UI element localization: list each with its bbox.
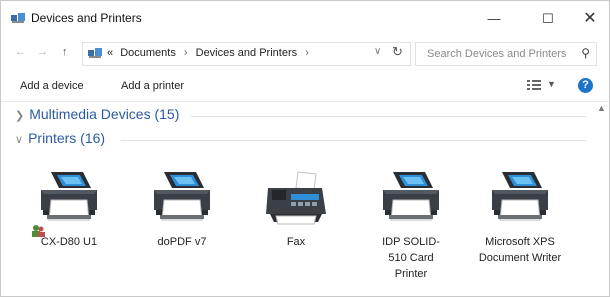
address-row: ← → ↑ « Documents › Devices and Printers…: [1, 39, 609, 67]
group-divider: [191, 116, 586, 117]
up-arrow-icon[interactable]: ↑: [62, 46, 68, 58]
scroll-up-icon[interactable]: ▲: [597, 103, 606, 113]
help-button[interactable]: ?: [578, 78, 593, 93]
printer-icon: [150, 170, 214, 226]
minimize-button[interactable]: —: [471, 6, 517, 32]
chevron-down-icon: ∨: [15, 134, 24, 146]
search-input[interactable]: Search Devices and Printers ⚲: [415, 42, 597, 66]
breadcrumb: « Documents › Devices and Printers ›: [107, 47, 314, 59]
breadcrumb-separator: ›: [183, 47, 188, 59]
device-item[interactable]: Microsoft XPS Document Writer: [468, 170, 572, 266]
add-printer-button[interactable]: Add a printer: [121, 80, 184, 92]
devices-and-printers-window: Devices and Printers — ☐ ✕ ← → ↑ « Docum…: [0, 0, 610, 297]
device-item[interactable]: CX-D80 U1: [17, 170, 121, 250]
fax-icon: [264, 170, 328, 226]
printer-icon: [37, 170, 101, 226]
device-item[interactable]: IDP SOLID-510 Card Printer: [359, 170, 463, 282]
back-arrow-icon[interactable]: ←: [15, 46, 26, 58]
chevron-down-icon[interactable]: ∨: [374, 46, 381, 57]
breadcrumb-documents[interactable]: Documents: [120, 47, 176, 59]
search-placeholder: Search Devices and Printers: [427, 48, 567, 60]
device-item[interactable]: doPDF v7: [130, 170, 234, 250]
chevron-right-icon: ❯: [15, 110, 25, 122]
device-label: IDP SOLID-510 Card Printer: [382, 236, 440, 280]
group-heading: Multimedia Devices (15): [29, 106, 180, 122]
search-icon[interactable]: ⚲: [581, 46, 590, 60]
title-bar: Devices and Printers — ☐ ✕: [1, 1, 609, 35]
breadcrumb-devices-and-printers[interactable]: Devices and Printers: [196, 47, 298, 59]
device-label: doPDF v7: [157, 236, 207, 248]
device-label: Fax: [286, 236, 306, 248]
device-list-area: ▲ ❯ Multimedia Devices (15) ∨ Printers (16…: [1, 101, 609, 296]
printer-icon: [379, 170, 443, 226]
group-divider: [121, 140, 586, 141]
view-options-icon[interactable]: [527, 80, 541, 90]
devices-printers-icon: [11, 13, 25, 23]
command-bar: Add a device Add a printer ▼ ?: [1, 73, 609, 99]
breadcrumb-separator: ›: [305, 47, 309, 59]
devices-printers-icon: [88, 48, 102, 58]
group-multimedia-devices[interactable]: ❯ Multimedia Devices (15): [15, 106, 179, 122]
chevron-down-icon[interactable]: ▼: [547, 79, 556, 89]
refresh-icon[interactable]: ↻: [392, 44, 403, 60]
add-device-button[interactable]: Add a device: [20, 80, 84, 92]
close-button[interactable]: ✕: [567, 6, 609, 32]
printer-icon: [488, 170, 552, 226]
forward-arrow-icon[interactable]: →: [37, 46, 48, 58]
window-title: Devices and Printers: [31, 11, 142, 25]
maximize-button[interactable]: ☐: [525, 6, 571, 32]
breadcrumb-overflow[interactable]: «: [107, 47, 113, 59]
group-heading: Printers (16): [28, 130, 106, 146]
device-label: Microsoft XPS Document Writer: [478, 236, 562, 264]
group-printers[interactable]: ∨ Printers (16): [15, 130, 105, 146]
address-bar[interactable]: « Documents › Devices and Printers › ∨ ↻: [82, 42, 411, 66]
default-user-icon: [32, 225, 45, 237]
device-item[interactable]: Fax: [244, 170, 348, 250]
